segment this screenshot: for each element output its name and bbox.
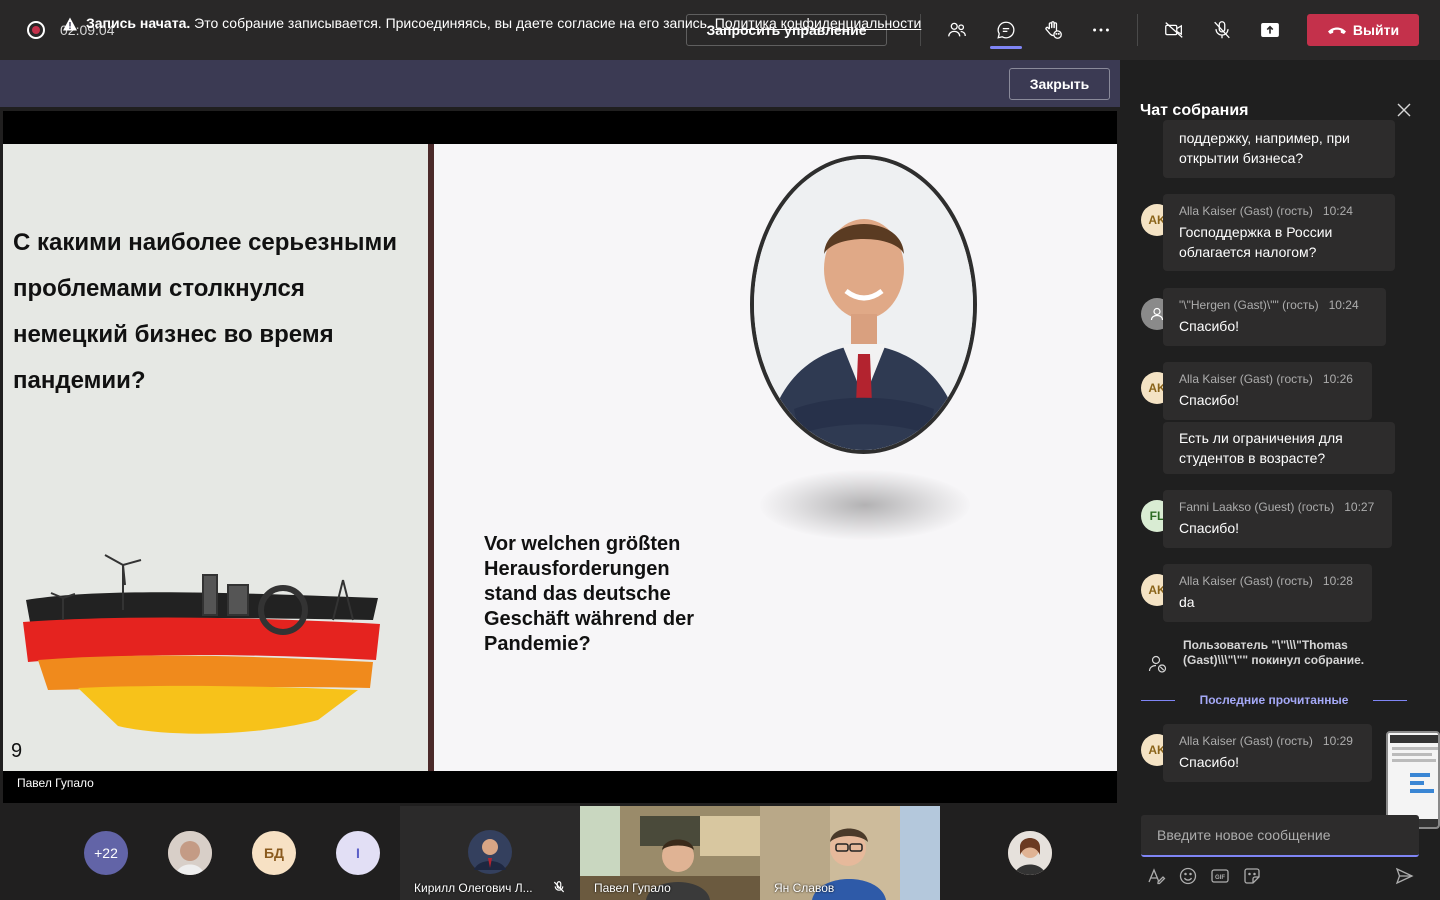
participant-left-notice: Пользователь "\"\\\"Thomas (Gast)\\\"\""…	[1183, 638, 1365, 667]
chat-message: поддержку, например, при открытии бизнес…	[1163, 120, 1395, 178]
last-read-divider: Последние прочитанные	[1141, 693, 1407, 709]
recording-icon	[27, 21, 45, 39]
chat-message-text: Спасибо!	[1179, 392, 1239, 408]
recording-notice: Запись начата. Это собрание записывается…	[86, 15, 921, 31]
privacy-policy-link[interactable]: Политика конфиденциальности	[715, 15, 922, 31]
participants-icon[interactable]	[943, 16, 971, 44]
chat-message-time: 10:29	[1322, 734, 1353, 748]
recording-banner	[0, 60, 1120, 107]
participant-avatar-i: I	[336, 831, 380, 875]
more-participants-button[interactable]: +22	[84, 831, 128, 875]
participant-video-tile[interactable]: Ян Славов	[760, 806, 940, 900]
chat-message-time: 10:26	[1322, 372, 1353, 386]
chat-message: Alla Kaiser (Gast) (гость) 10:24 Господде…	[1163, 194, 1395, 271]
more-options-icon[interactable]	[1087, 16, 1115, 44]
chat-message: "\"Hergen (Gast)\"" (гость) 10:24 Спасибо…	[1163, 288, 1386, 346]
mic-off-icon[interactable]	[1208, 16, 1236, 44]
recording-notice-title: Запись начата.	[86, 15, 191, 31]
participant-name: Кирилл Олегович Л...	[414, 881, 533, 895]
muted-icon	[553, 881, 565, 893]
chat-message: Есть ли ограничения для студентов в возр…	[1163, 422, 1395, 474]
chat-active-indicator	[990, 46, 1022, 49]
chat-message-time: 10:24	[1322, 204, 1353, 218]
presenter-name-label: Павел Гупало	[17, 776, 94, 790]
chat-message-author: Alla Kaiser (Gast) (гость)	[1179, 372, 1313, 386]
chat-message-author: "\"Hergen (Gast)\"" (гость)	[1179, 298, 1319, 312]
participant-name: Ян Славов	[774, 881, 835, 895]
chat-message-time: 10:27	[1344, 500, 1375, 514]
chat-message-time: 10:28	[1322, 574, 1353, 588]
chat-title: Чат собрания	[1140, 102, 1249, 119]
warning-icon	[63, 17, 77, 31]
gif-icon[interactable]: GIF	[1209, 865, 1231, 887]
close-banner-button[interactable]: Закрыть	[1009, 68, 1110, 100]
sticker-icon[interactable]	[1241, 865, 1263, 887]
chat-message-time: 10:24	[1328, 298, 1359, 312]
reactions-icon[interactable]	[1039, 16, 1067, 44]
chat-message-author: Alla Kaiser (Gast) (гость)	[1179, 734, 1313, 748]
recording-notice-text: Это собрание записывается. Присоединяясь…	[194, 15, 711, 31]
chat-message: Alla Kaiser (Gast) (гость) 10:28 da	[1163, 564, 1372, 622]
chat-message-text: da	[1179, 594, 1195, 610]
svg-text:GIF: GIF	[1215, 875, 1225, 881]
participant-photo	[468, 830, 512, 874]
hangup-icon	[1327, 27, 1346, 34]
message-input[interactable]	[1141, 815, 1419, 855]
chat-message: Alla Kaiser (Gast) (гость) 10:29 Спасибо!	[1163, 724, 1372, 782]
message-input-box	[1141, 815, 1419, 857]
close-chat-icon[interactable]	[1396, 102, 1412, 118]
participant-avatar	[1008, 831, 1052, 875]
chat-message-author: Fanni Laakso (Guest) (гость)	[1179, 500, 1335, 514]
participant-avatar-bd: БД	[252, 831, 296, 875]
chat-message-text: Есть ли ограничения для студентов в возр…	[1179, 430, 1343, 466]
chat-message-text: Господдержка в России облагается налогом…	[1179, 224, 1333, 260]
slide-question-de: Vor welchen größten Herausforderungen st…	[484, 533, 695, 655]
slide-page-number: 9	[11, 740, 23, 762]
speaker-portrait-image	[750, 155, 977, 454]
chat-message-author: Alla Kaiser (Gast) (гость)	[1179, 204, 1313, 218]
portrait-shadow	[760, 470, 970, 540]
chat-message-author: Alla Kaiser (Gast) (гость)	[1179, 574, 1313, 588]
toolbar-divider	[1137, 14, 1138, 46]
leave-label: Выйти	[1352, 22, 1400, 38]
chat-icon[interactable]	[992, 16, 1020, 44]
chat-message-text: Спасибо!	[1179, 520, 1239, 536]
last-read-label: Последние прочитанные	[1199, 693, 1349, 707]
emoji-icon[interactable]	[1177, 865, 1199, 887]
chat-message: Alla Kaiser (Gast) (гость) 10:26 Спасибо!	[1163, 362, 1372, 420]
camera-off-icon[interactable]	[1160, 16, 1188, 44]
participant-left-icon	[1148, 655, 1167, 673]
chat-message-text: Спасибо!	[1179, 754, 1239, 770]
chat-message: Fanni Laakso (Guest) (гость) 10:27 Спасиб…	[1163, 490, 1392, 548]
slide-question-ru: С какими наиболее серьезными проблемами …	[13, 229, 397, 394]
participant-avatar	[168, 831, 212, 875]
chat-message-text: поддержку, например, при открытии бизнес…	[1179, 130, 1350, 166]
participant-name: Павел Гупало	[594, 881, 671, 895]
share-screen-icon[interactable]	[1256, 16, 1284, 44]
send-icon[interactable]	[1393, 865, 1415, 887]
chat-message-text: Спасибо!	[1179, 318, 1239, 334]
leave-button[interactable]: Выйти	[1307, 14, 1419, 46]
participant-video-tile[interactable]: Павел Гупало	[580, 806, 760, 900]
german-industry-illustration	[23, 554, 380, 734]
format-icon[interactable]	[1145, 865, 1167, 887]
participant-tile[interactable]: Кирилл Олегович Л...	[400, 806, 580, 900]
